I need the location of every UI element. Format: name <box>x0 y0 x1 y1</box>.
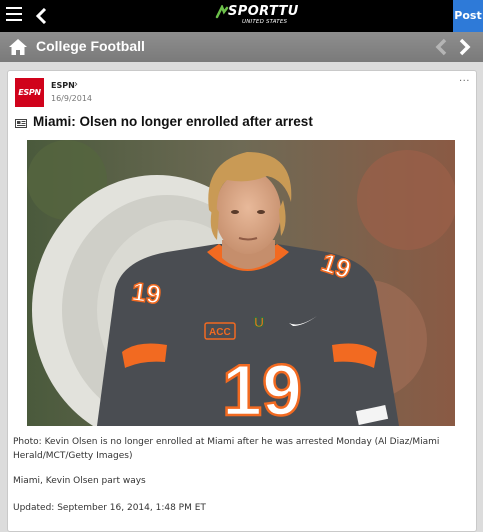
article-date: 16/9/2014 <box>51 94 93 103</box>
article-summary: Miami, Kevin Olsen part ways <box>13 476 146 486</box>
logo-mark-icon <box>215 5 229 19</box>
article-headline[interactable]: Miami: Olsen no longer enrolled after ar… <box>33 114 313 129</box>
app-logo: SPORTTU UNITED STATES <box>214 3 304 29</box>
chevron-right-icon[interactable]: › <box>74 79 78 90</box>
app-logo-text: SPORTTU <box>228 4 299 19</box>
back-arrow-icon[interactable] <box>30 0 56 32</box>
section-bar: College Football <box>0 32 483 62</box>
article-card: ESPN ESPN › 16/9/2014 ... Miami: Olsen n… <box>7 70 477 532</box>
post-button[interactable]: Post <box>453 0 483 32</box>
jersey-number-text: 19 <box>222 351 302 426</box>
article-photo[interactable]: 19 19 ACC U 19 <box>27 140 455 426</box>
photo-caption: Photo: Kevin Olsen is no longer enrolled… <box>13 437 440 461</box>
home-icon[interactable] <box>8 38 28 56</box>
top-app-bar: SPORTTU UNITED STATES Post <box>0 0 483 32</box>
article-icon <box>15 119 27 128</box>
svg-text:U: U <box>254 314 264 330</box>
source-name[interactable]: ESPN <box>51 81 75 90</box>
more-icon[interactable]: ... <box>459 73 470 84</box>
app-logo-subtitle: UNITED STATES <box>242 19 288 25</box>
source-logo[interactable]: ESPN <box>15 78 44 107</box>
menu-icon[interactable] <box>6 7 22 23</box>
chevron-right-icon[interactable] <box>458 38 472 56</box>
chevron-left-icon[interactable] <box>434 38 448 56</box>
svg-text:19: 19 <box>130 276 163 310</box>
jersey-patch-text: ACC <box>209 327 231 338</box>
player-illustration: 19 19 ACC U 19 <box>27 140 455 426</box>
section-title: College Football <box>36 38 145 54</box>
